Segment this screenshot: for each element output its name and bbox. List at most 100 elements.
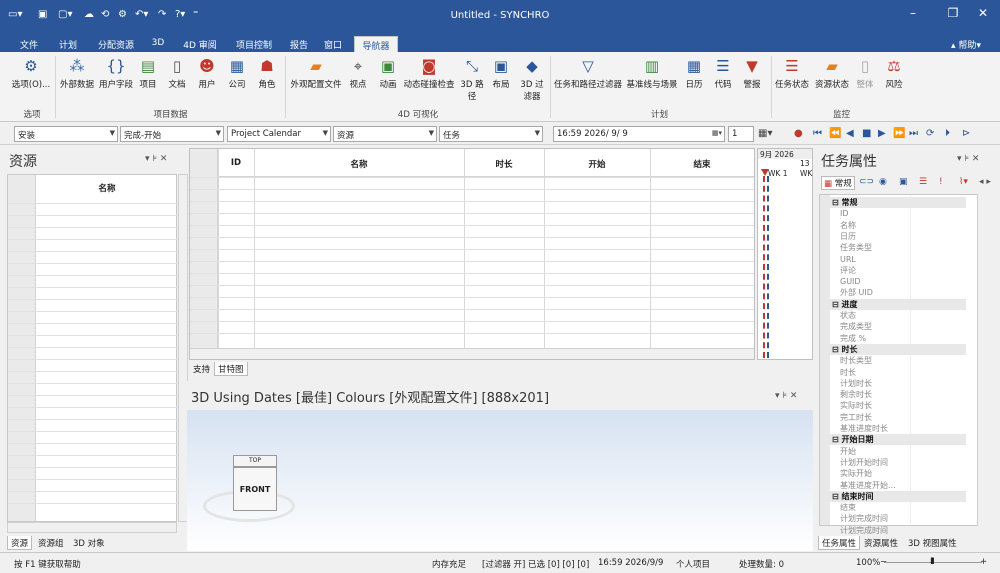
3d-path-button[interactable]: ⤡ 3D 路径 — [460, 56, 484, 102]
property-row[interactable]: 完成 % — [838, 333, 974, 344]
tab-project-control[interactable]: 项目控制 — [230, 36, 278, 52]
play-icon[interactable]: ▶ — [878, 127, 886, 141]
install-combo[interactable]: 安装 ▼ — [14, 126, 118, 142]
property-row[interactable]: 开始 — [838, 446, 974, 457]
view3d-controls-icon[interactable]: ▾ ⊧ ✕ — [775, 391, 797, 401]
baseline-button[interactable]: ▥ 基准线与场景 — [625, 56, 679, 90]
overall-button[interactable]: ▯ 整体 — [854, 56, 876, 90]
layout-button[interactable]: ▣ 布局 — [489, 56, 513, 90]
animation-button[interactable]: ▣ 动画 — [376, 56, 400, 90]
property-category[interactable]: ⊟ 开始日期 — [830, 434, 966, 446]
play-range-icon[interactable]: ⏵ — [945, 127, 950, 141]
property-row[interactable]: 基准进度时长 — [838, 423, 974, 434]
appearance-profile-button[interactable]: ▰ 外观配置文件 — [288, 56, 344, 90]
db-icon[interactable]: ◉ — [879, 177, 887, 187]
property-category[interactable]: ⊟ 结束时间 — [830, 490, 966, 502]
codes-button[interactable]: ☰ 代码 — [711, 56, 735, 90]
tab-schedule[interactable]: 计划 — [53, 36, 83, 52]
tab-resources-list[interactable]: 资源 — [7, 536, 33, 550]
col-duration[interactable]: 时长 — [464, 158, 544, 170]
task-status-button[interactable]: ☰ 任务状态 — [774, 56, 810, 90]
property-row[interactable]: 时长类型 — [838, 355, 974, 366]
zoom-out-icon[interactable]: − — [880, 557, 887, 567]
book-icon[interactable]: ▣ — [899, 177, 908, 187]
tab-report[interactable]: 报告 — [286, 36, 312, 52]
tab-navigator[interactable]: 导航器 — [354, 36, 398, 52]
property-row[interactable]: 计划开始时间 — [838, 457, 974, 468]
alerts-button[interactable]: ▼ 警报 — [740, 56, 764, 90]
loop-icon[interactable]: ⟳ — [926, 127, 934, 141]
restore-icon[interactable]: ❐ — [940, 6, 966, 24]
property-row[interactable]: 时长 — [838, 367, 974, 378]
help-menu[interactable]: ▴ 帮助▾ — [946, 36, 986, 52]
warning-icon[interactable]: ! — [939, 177, 943, 187]
panel-menu-icon[interactable]: ▾ ⊧ ✕ — [145, 154, 167, 164]
property-row[interactable]: 结束 — [838, 502, 974, 513]
resources-col-name[interactable]: 名称 — [36, 182, 178, 194]
col-finish[interactable]: 结束 — [650, 158, 754, 170]
options-button[interactable]: ⚙ 选项(O)... — [10, 56, 52, 90]
calendar-combo[interactable]: Project Calendar ▼ — [227, 126, 331, 142]
tab-3d-objects[interactable]: 3D 对象 — [70, 536, 108, 550]
link-icon[interactable]: ⊂⊃ — [859, 177, 874, 187]
resource-status-button[interactable]: ▰ 资源状态 — [812, 56, 852, 90]
3d-filter-button[interactable]: ◆ 3D 过滤器 — [517, 56, 547, 102]
tab-resources[interactable]: 分配资源 — [92, 36, 140, 52]
external-data-button[interactable]: ⁂ 外部数据 — [58, 56, 96, 90]
clash-detection-button[interactable]: ◙ 动态碰撞检查 — [403, 56, 455, 90]
skip-start-icon[interactable]: ⏮ — [813, 127, 822, 141]
tab-resource-properties[interactable]: 资源属性 — [861, 536, 901, 550]
property-row[interactable]: 实际开始 — [838, 468, 974, 479]
tab-4d-review[interactable]: 4D 审阅 — [178, 36, 222, 52]
task-combo[interactable]: 任务 ▼ — [439, 126, 543, 142]
users-button[interactable]: ☻ 用户 — [195, 56, 219, 90]
property-category[interactable]: ⊟ 进度 — [830, 298, 966, 310]
task-hscroll[interactable] — [190, 348, 754, 359]
property-category[interactable]: ⊟ 时长 — [830, 343, 966, 355]
step-back-icon[interactable]: ⏪ — [829, 127, 841, 141]
property-row[interactable]: 完工时长 — [838, 412, 974, 423]
task-path-filter-button[interactable]: ▽ 任务和路径过滤器 — [552, 56, 624, 90]
tab-3d-view-properties[interactable]: 3D 视图属性 — [905, 536, 960, 550]
list-icon[interactable]: ☰ — [919, 177, 927, 187]
user-fields-button[interactable]: {} 用户字段 — [97, 56, 135, 90]
calculator-icon[interactable]: ▦▾ — [758, 127, 772, 141]
resource-combo[interactable]: 资源 ▼ — [333, 126, 437, 142]
property-row[interactable]: 评论 — [838, 265, 974, 276]
risk-button[interactable]: ⚖ 风险 — [882, 56, 906, 90]
stop-icon[interactable]: ■ — [862, 127, 871, 141]
document-button[interactable]: ▯ 文档 — [166, 56, 188, 90]
property-row[interactable]: 剩余时长 — [838, 389, 974, 400]
tab-window[interactable]: 窗口 — [320, 36, 346, 52]
col-name[interactable]: 名称 — [254, 158, 464, 170]
tab-3d[interactable]: 3D — [146, 36, 170, 52]
property-row[interactable]: 任务类型 — [838, 242, 974, 253]
company-button[interactable]: ▦ 公司 — [225, 56, 249, 90]
close-icon[interactable]: ✕ — [970, 6, 996, 24]
datetime-picker[interactable]: 16:59 2026/ 9/ 9 ▦▾ — [553, 126, 725, 142]
property-row[interactable]: GUID — [838, 276, 974, 287]
property-category[interactable]: ⊟ 常规 — [830, 197, 966, 208]
record-icon[interactable]: ● — [794, 127, 803, 141]
chart-icon[interactable]: ⌇▾ — [959, 177, 968, 187]
calendar-button[interactable]: ▦ 日历 — [682, 56, 706, 90]
property-row[interactable]: 基准进度开始... — [838, 480, 974, 491]
property-row[interactable]: 名称 — [838, 220, 974, 231]
col-id[interactable]: ID — [218, 158, 254, 168]
panel-menu-icon[interactable]: ▾ ⊧ ✕ — [957, 154, 979, 164]
resources-hscroll[interactable] — [7, 522, 177, 533]
property-row[interactable]: 计划时长 — [838, 378, 974, 389]
property-row[interactable]: 完成类型 — [838, 321, 974, 332]
viewcube-top[interactable]: TOP — [233, 455, 277, 467]
skip-end-icon[interactable]: ⏭ — [909, 127, 918, 141]
relation-type-combo[interactable]: 完成-开始 ▼ — [120, 126, 224, 142]
minimize-icon[interactable]: – — [900, 6, 926, 24]
step-forward-icon[interactable]: ⏩ — [893, 127, 905, 141]
view3d-canvas[interactable]: TOP FRONT — [187, 410, 813, 551]
viewcube-front[interactable]: FRONT — [233, 467, 277, 511]
property-row[interactable]: 外部 UID — [838, 287, 974, 298]
property-row[interactable]: 计划完成时间 — [838, 513, 974, 524]
property-row[interactable]: 日历 — [838, 231, 974, 242]
zoom-thumb[interactable]: ▮ — [930, 556, 935, 566]
property-row[interactable]: 状态 — [838, 310, 974, 321]
